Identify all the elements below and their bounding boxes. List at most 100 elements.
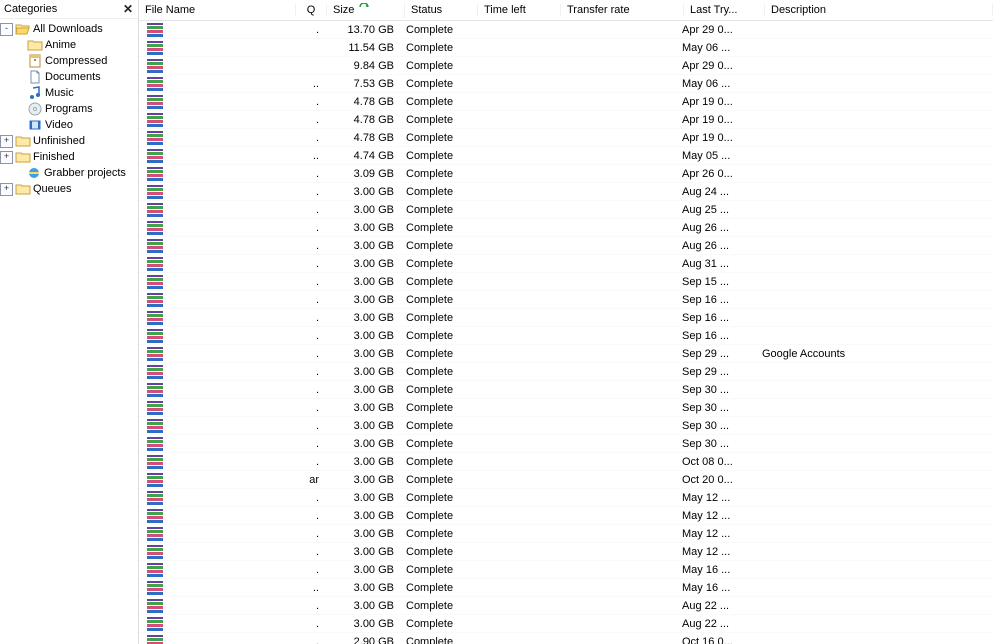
tree-label: Anime [45, 37, 76, 53]
table-row[interactable]: .4.78 GBCompleteApr 19 0... [139, 93, 993, 111]
cell-status: Complete [400, 96, 472, 108]
table-row[interactable]: ..7.53 GBCompleteMay 06 ... [139, 75, 993, 93]
col-desc-label: Description [771, 4, 826, 16]
col-transfer[interactable]: Transfer rate [561, 4, 684, 16]
tree-expander-icon[interactable]: + [0, 135, 13, 148]
col-q[interactable]: Q [296, 4, 327, 16]
tree-item-grabber-projects[interactable]: Grabber projects [0, 165, 138, 181]
table-row[interactable]: .3.00 GBCompleteAug 26 ... [139, 219, 993, 237]
col-status[interactable]: Status [405, 4, 478, 16]
cell-size: 3.00 GB [323, 402, 400, 414]
table-row[interactable]: .3.00 GBCompleteSep 30 ... [139, 399, 993, 417]
cell-status: Complete [400, 168, 472, 180]
table-row[interactable]: .3.00 GBCompleteAug 22 ... [139, 615, 993, 633]
table-row[interactable]: 11.54 GBCompleteMay 06 ... [139, 39, 993, 57]
table-row[interactable]: .3.00 GBCompleteMay 12 ... [139, 507, 993, 525]
cell-q: . [295, 96, 323, 108]
tree-item-unfinished[interactable]: +Unfinished [0, 133, 138, 149]
table-row[interactable]: .3.00 GBCompleteOct 08 0... [139, 453, 993, 471]
table-row[interactable]: .3.00 GBCompleteAug 25 ... [139, 201, 993, 219]
tree-item-finished[interactable]: +Finished [0, 149, 138, 165]
cell-status: Complete [400, 402, 472, 414]
tree-item-programs[interactable]: Programs [0, 101, 138, 117]
cell-filename [139, 77, 295, 91]
cell-filename [139, 473, 295, 487]
col-size[interactable]: Size [327, 3, 405, 18]
cell-size: 3.00 GB [323, 240, 400, 252]
table-row[interactable]: .3.00 GBCompleteMay 16 ... [139, 561, 993, 579]
table-row[interactable]: .3.00 GBCompleteSep 30 ... [139, 417, 993, 435]
rar-archive-icon [147, 437, 163, 451]
tree-expander-icon[interactable]: - [0, 23, 13, 36]
table-row[interactable]: .13.70 GBCompleteApr 29 0... [139, 21, 993, 39]
table-row[interactable]: .3.00 GBCompleteAug 26 ... [139, 237, 993, 255]
cell-filename [139, 257, 295, 271]
tree-item-video[interactable]: Video [0, 117, 138, 133]
cell-q: . [295, 114, 323, 126]
tree-item-queues[interactable]: +Queues [0, 181, 138, 197]
tree-expander-icon[interactable]: + [0, 183, 13, 196]
tree-expander-icon[interactable]: + [0, 151, 13, 164]
table-row[interactable]: .3.00 GBCompleteSep 16 ... [139, 291, 993, 309]
cell-size: 3.00 GB [323, 546, 400, 558]
table-row[interactable]: .3.00 GBCompleteMay 12 ... [139, 525, 993, 543]
cell-lasttry: May 05 ... [676, 150, 756, 162]
table-row[interactable]: ar3.00 GBCompleteOct 20 0... [139, 471, 993, 489]
table-row[interactable]: .3.00 GBCompleteAug 22 ... [139, 597, 993, 615]
table-row[interactable]: .3.00 GBCompleteSep 16 ... [139, 327, 993, 345]
rar-archive-icon [147, 563, 163, 577]
table-row[interactable]: .3.00 GBCompleteSep 30 ... [139, 381, 993, 399]
table-row[interactable]: .3.00 GBCompleteSep 15 ... [139, 273, 993, 291]
tree-label: Music [45, 85, 74, 101]
cell-lasttry: May 12 ... [676, 528, 756, 540]
cell-filename [139, 95, 295, 109]
folder-icon [15, 181, 31, 197]
cell-q: . [295, 528, 323, 540]
rar-archive-icon [147, 167, 163, 181]
table-row[interactable]: 9.84 GBCompleteApr 29 0... [139, 57, 993, 75]
table-row[interactable]: .3.00 GBCompleteMay 12 ... [139, 543, 993, 561]
tree-item-documents[interactable]: Documents [0, 69, 138, 85]
table-row[interactable]: .3.00 GBCompleteSep 16 ... [139, 309, 993, 327]
table-row[interactable]: .3.00 GBCompleteAug 24 ... [139, 183, 993, 201]
cell-size: 3.00 GB [323, 348, 400, 360]
sidebar-close-button[interactable]: ✕ [120, 2, 136, 16]
cell-size: 3.00 GB [323, 186, 400, 198]
cell-q: .. [295, 582, 323, 594]
table-row[interactable]: .3.00 GBCompleteSep 29 ...Google Account… [139, 345, 993, 363]
cell-desc: Google Accounts [756, 348, 993, 360]
cell-lasttry: May 12 ... [676, 492, 756, 504]
cell-q: . [295, 564, 323, 576]
cell-size: 7.53 GB [323, 78, 400, 90]
tree-expander-blank [14, 120, 25, 131]
cell-size: 3.00 GB [323, 222, 400, 234]
col-filename[interactable]: File Name [139, 4, 296, 16]
table-row[interactable]: .3.00 GBCompleteMay 12 ... [139, 489, 993, 507]
table-row[interactable]: .3.00 GBCompleteSep 29 ... [139, 363, 993, 381]
cell-status: Complete [400, 114, 472, 126]
table-row[interactable]: ..3.00 GBCompleteMay 16 ... [139, 579, 993, 597]
cell-lasttry: Aug 22 ... [676, 600, 756, 612]
cell-status: Complete [400, 528, 472, 540]
cell-filename [139, 491, 295, 505]
table-row[interactable]: .3.00 GBCompleteSep 30 ... [139, 435, 993, 453]
table-row[interactable]: .4.78 GBCompleteApr 19 0... [139, 129, 993, 147]
table-row[interactable]: ..4.74 GBCompleteMay 05 ... [139, 147, 993, 165]
col-desc[interactable]: Description [765, 4, 993, 16]
rar-archive-icon [147, 77, 163, 91]
table-row[interactable]: .3.00 GBCompleteAug 31 ... [139, 255, 993, 273]
cell-size: 3.09 GB [323, 168, 400, 180]
film-icon [27, 117, 43, 133]
tree-item-music[interactable]: Music [0, 85, 138, 101]
table-row[interactable]: .3.09 GBCompleteApr 26 0... [139, 165, 993, 183]
tree-item-anime[interactable]: Anime [0, 37, 138, 53]
table-row[interactable]: .4.78 GBCompleteApr 19 0... [139, 111, 993, 129]
col-lasttry[interactable]: Last Try... [684, 4, 765, 16]
cell-lasttry: Apr 19 0... [676, 114, 756, 126]
cell-filename [139, 113, 295, 127]
tree-item-all-downloads[interactable]: -All Downloads [0, 21, 138, 37]
col-timeleft[interactable]: Time left [478, 4, 561, 16]
tree-item-compressed[interactable]: Compressed [0, 53, 138, 69]
cell-filename [139, 437, 295, 451]
table-row[interactable]: .2.90 GBCompleteOct 16 0... [139, 633, 993, 644]
